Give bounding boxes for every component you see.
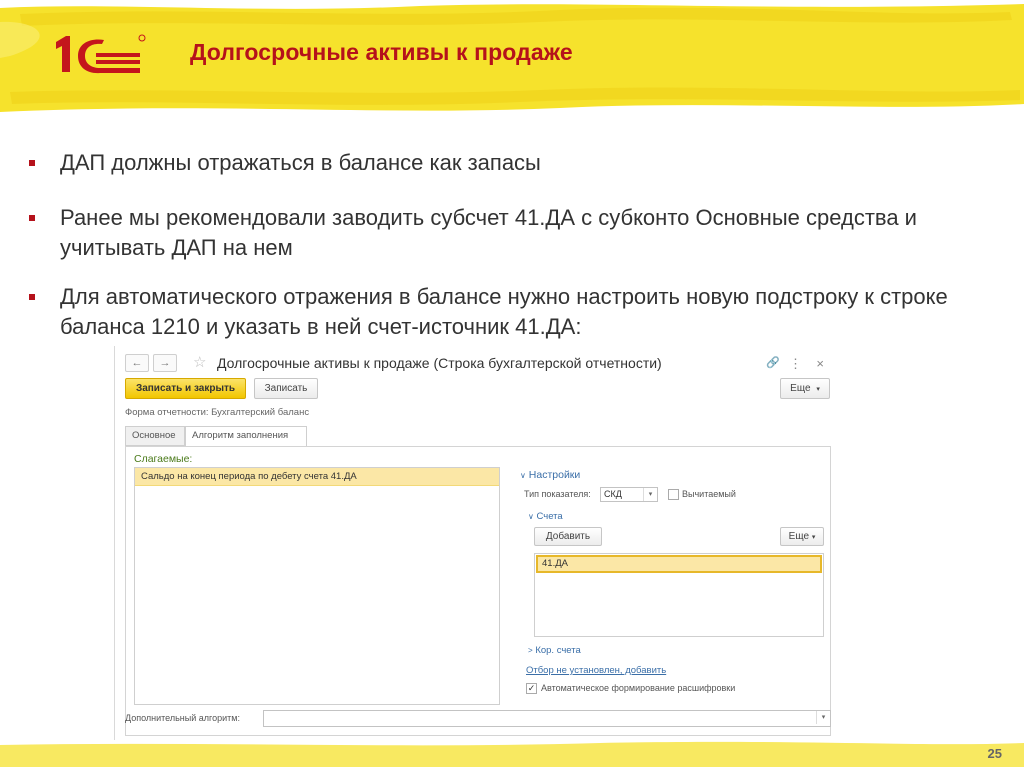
indicator-type-label: Тип показателя: — [524, 489, 591, 499]
forward-button[interactable]: → — [153, 354, 177, 372]
accounts-group[interactable]: ∨ Счета — [528, 511, 563, 522]
bullet-item: Ранее мы рекомендовали заводить субсчет … — [28, 203, 1008, 263]
more-label: Еще — [790, 383, 811, 394]
link-icon[interactable]: 🔗 — [766, 356, 780, 369]
tab-bar: Основное Алгоритм заполнения — [125, 426, 845, 447]
report-form-label: Форма отчетности: — [125, 407, 209, 418]
arrow-right-icon: → — [159, 357, 171, 369]
chevron-down-icon: ▾ — [816, 386, 820, 393]
menu-icon[interactable]: ⋮ — [789, 356, 802, 372]
addends-label: Слагаемые: — [134, 453, 193, 465]
back-button[interactable]: ← — [125, 354, 149, 372]
report-form-value: Бухгалтерский баланс — [211, 407, 310, 418]
accounts-title: Счета — [536, 511, 563, 522]
window-title: Долгосрочные активы к продаже (Строка бу… — [217, 355, 662, 371]
bullet-item: ДАП должны отражаться в балансе как запа… — [28, 148, 1008, 178]
indicator-type-value: СКД — [604, 489, 622, 499]
bullet-list: ДАП должны отражаться в балансе как запа… — [28, 148, 1008, 367]
extra-algorithm-row: Дополнительный алгоритм: ▾ — [125, 710, 831, 728]
star-icon[interactable]: ☆ — [193, 353, 206, 371]
chevron-down-icon: ∨ — [520, 471, 526, 480]
addends-list[interactable]: Сальдо на конец периода по дебету счета … — [134, 467, 500, 705]
report-form-line: Форма отчетности: Бухгалтерский баланс — [125, 407, 309, 418]
extra-algorithm-label: Дополнительный алгоритм: — [125, 713, 240, 723]
subtractable-label: Вычитаемый — [682, 489, 736, 499]
chevron-down-icon: ▾ — [811, 534, 816, 541]
chevron-right-icon: > — [528, 646, 533, 655]
more-label: Еще — [788, 531, 810, 542]
settings-title: Настройки — [528, 469, 581, 481]
tab-main[interactable]: Основное — [125, 426, 185, 446]
accounts-more-button[interactable]: Еще ▾ — [780, 527, 824, 546]
auto-breakdown-checkbox[interactable]: ✓ — [526, 683, 537, 694]
footer-brush-stroke — [0, 741, 1024, 767]
dropdown-arrow-icon: ▾ — [816, 711, 830, 724]
indicator-type-select[interactable]: СКД ▾ — [600, 487, 658, 502]
filter-link[interactable]: Отбор не установлен, добавить — [526, 665, 666, 676]
tab-fill-algorithm[interactable]: Алгоритм заполнения — [185, 426, 307, 447]
page-number: 25 — [987, 746, 1002, 761]
corr-accounts-group[interactable]: > Кор. счета — [528, 645, 581, 656]
fill-algorithm-panel: Слагаемые: Сальдо на конец периода по де… — [125, 446, 831, 736]
corr-accounts-title: Кор. счета — [535, 645, 581, 656]
form-toolbar: Записать и закрыть Записать Еще ▾ — [125, 378, 830, 400]
slide-title: Долгосрочные активы к продаже — [190, 39, 573, 65]
extra-algorithm-select[interactable]: ▾ — [263, 710, 831, 727]
accounts-list[interactable]: 41.ДА — [534, 553, 824, 637]
close-icon[interactable]: × — [816, 356, 824, 371]
1c-logo — [56, 34, 146, 74]
form-window: ← → ☆ Долгосрочные активы к продаже (Стр… — [114, 346, 838, 740]
settings-group[interactable]: ∨ Настройки — [520, 469, 580, 481]
list-item[interactable]: Сальдо на конец периода по дебету счета … — [135, 468, 499, 486]
arrow-left-icon: ← — [131, 357, 143, 369]
dropdown-arrow-icon: ▾ — [643, 488, 657, 501]
save-and-close-button[interactable]: Записать и закрыть — [125, 378, 246, 399]
auto-breakdown-label: Автоматическое формирование расшифровки — [541, 683, 736, 693]
add-account-button[interactable]: Добавить — [534, 527, 602, 546]
subtractable-checkbox[interactable] — [668, 489, 679, 500]
list-item[interactable]: 41.ДА — [536, 555, 822, 573]
more-button[interactable]: Еще ▾ — [780, 378, 830, 399]
save-button[interactable]: Записать — [254, 378, 318, 399]
window-header: ← → ☆ Долгосрочные активы к продаже (Стр… — [125, 354, 830, 374]
chevron-down-icon: ∨ — [528, 512, 534, 521]
bullet-item: Для автоматического отражения в балансе … — [28, 282, 1008, 342]
